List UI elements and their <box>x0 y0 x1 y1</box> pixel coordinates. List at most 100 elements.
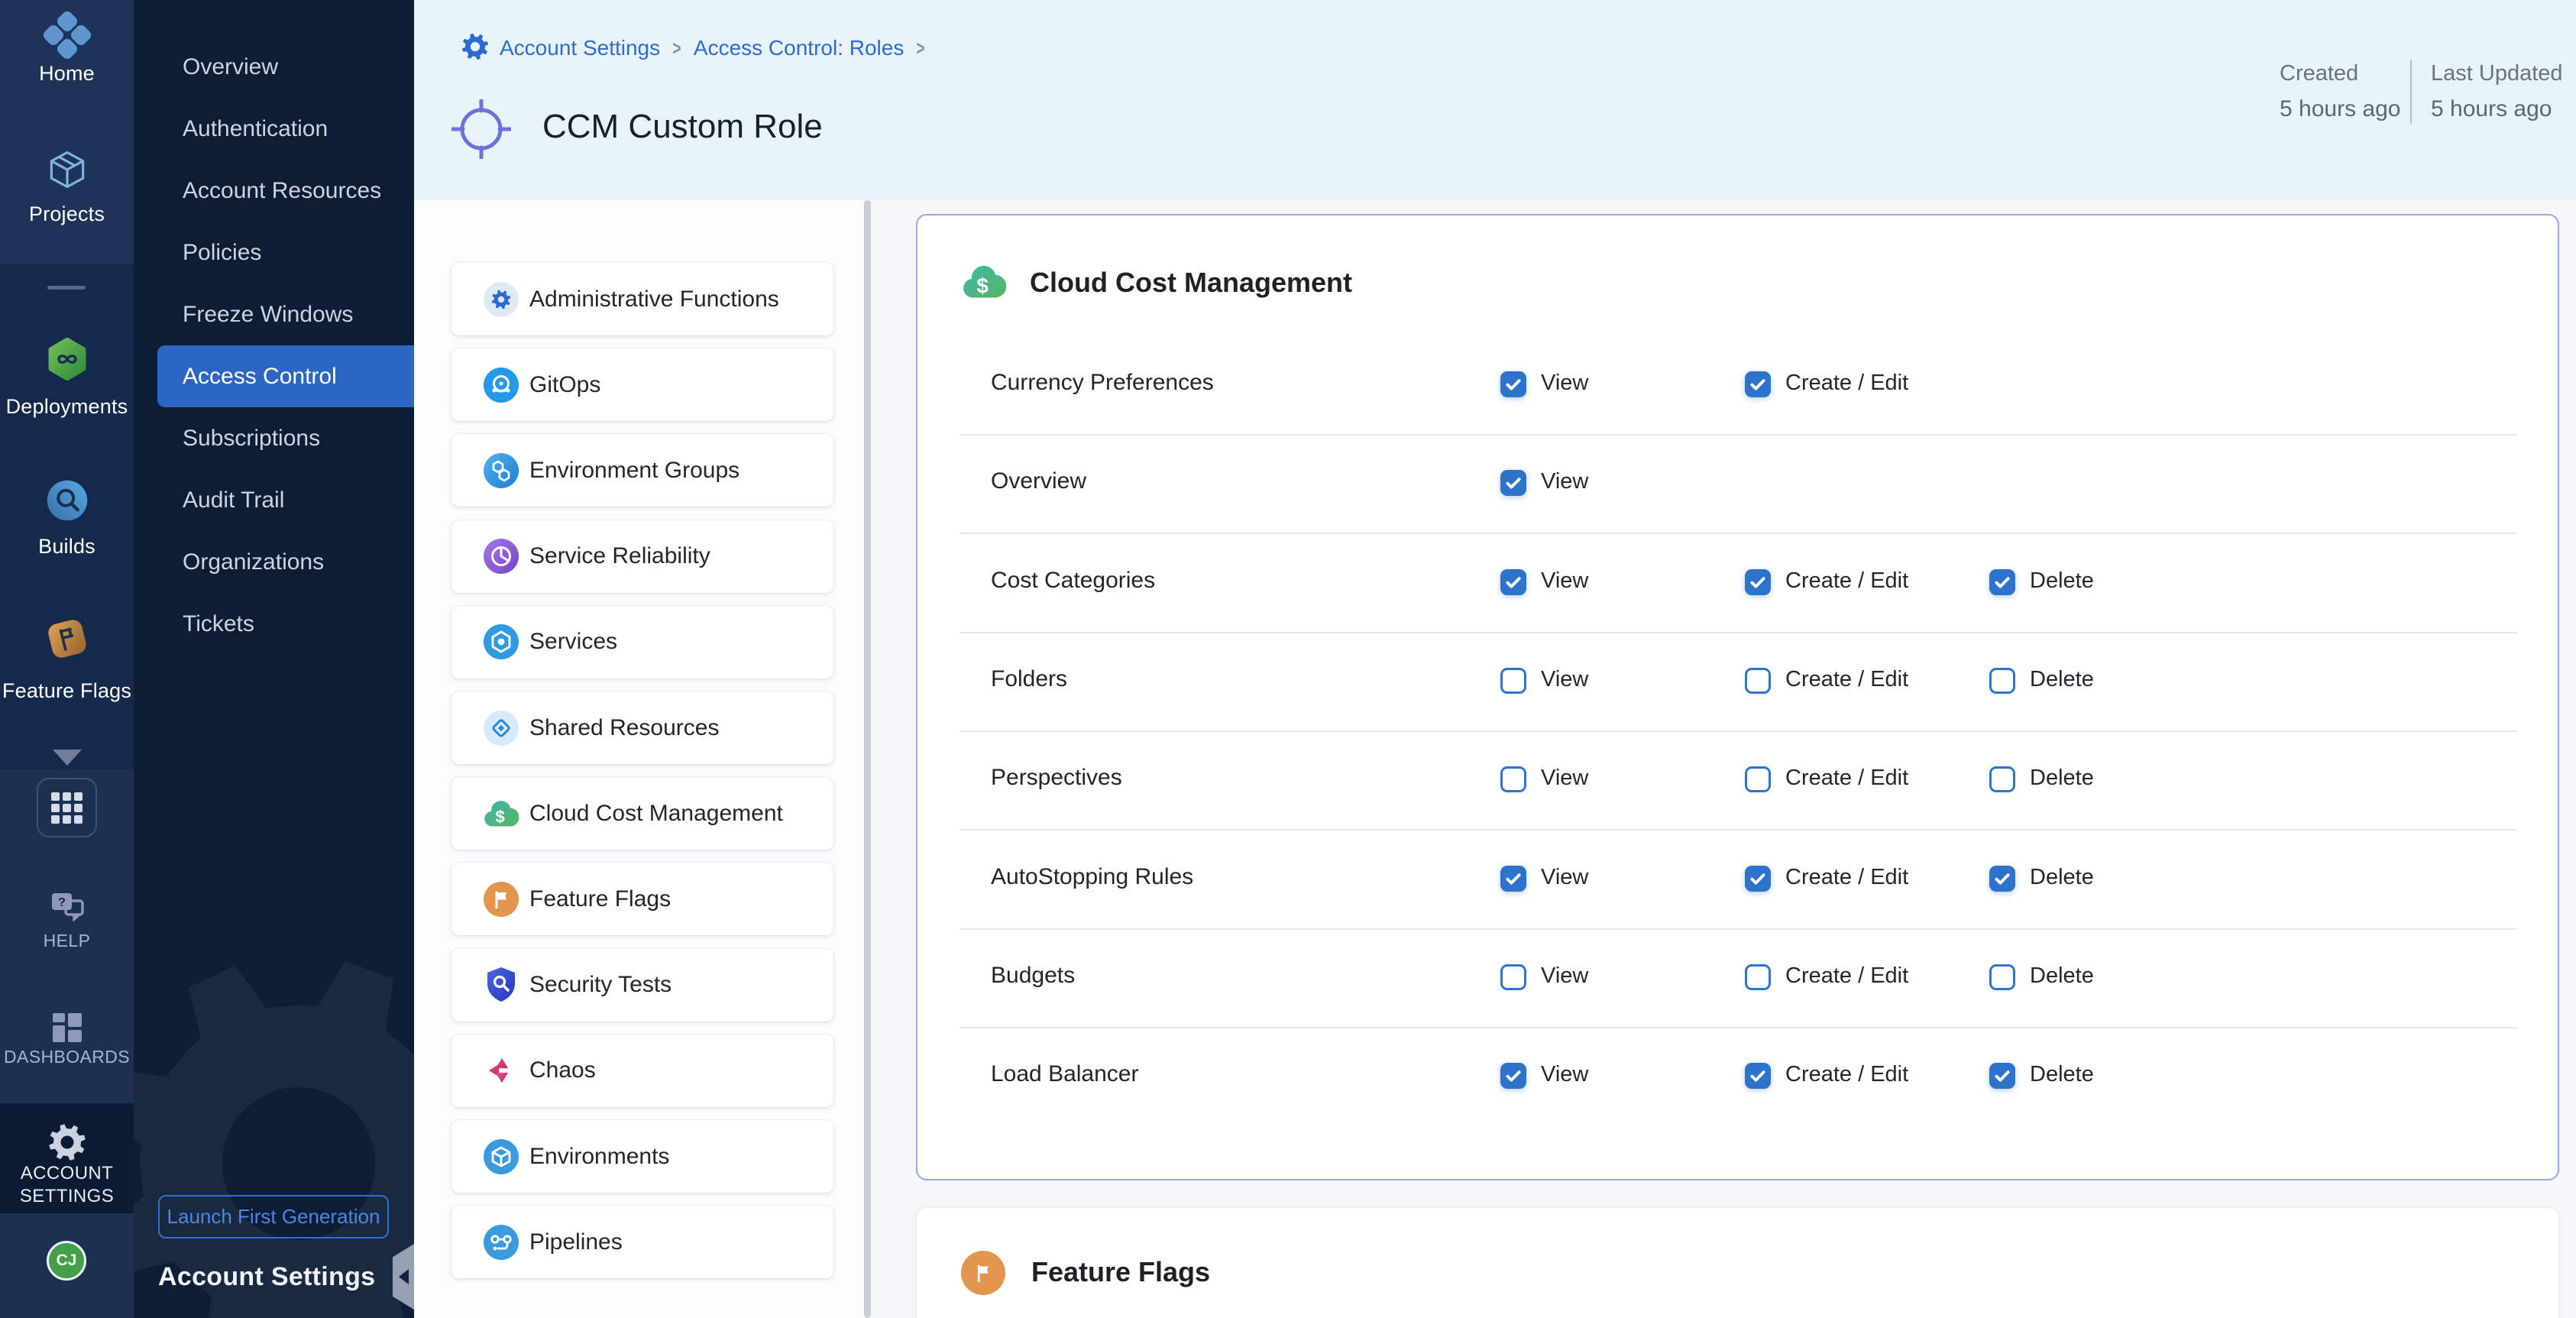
checkbox-label: View <box>1541 963 1588 989</box>
checkbox-currency-preferences-view[interactable] <box>1500 371 1526 397</box>
module-picker-button[interactable] <box>37 778 97 837</box>
breadcrumb-access-control-roles[interactable]: Access Control: Roles <box>694 36 904 60</box>
checkbox-perspectives-create-edit[interactable] <box>1745 766 1771 792</box>
settings-nav-subscriptions[interactable]: Subscriptions <box>134 407 414 469</box>
permission-row-label: Perspectives <box>991 765 1122 791</box>
checkbox-folders-delete[interactable] <box>1989 668 2015 694</box>
cloud-cost-management-icon: $ <box>962 263 1006 305</box>
sidebar-module-label: Projects <box>0 202 134 226</box>
chaos-icon <box>484 1053 519 1088</box>
chevron-down-icon[interactable] <box>53 750 82 766</box>
resource-card-shared-resources[interactable]: Shared Resources <box>451 691 833 764</box>
settings-nav-audit-trail[interactable]: Audit Trail <box>134 469 414 531</box>
checkbox-budgets-delete[interactable] <box>1989 964 2015 990</box>
resource-card-gitops[interactable]: GitOps <box>451 348 833 421</box>
resource-card-label: Feature Flags <box>529 886 671 912</box>
sidebar-module-home[interactable]: Home <box>0 10 134 60</box>
checkbox-autostopping-rules-create-edit[interactable] <box>1745 866 1771 892</box>
projects-cube-icon <box>0 147 134 193</box>
avatar[interactable]: CJ <box>47 1241 86 1281</box>
permission-row-label: Overview <box>991 468 1086 494</box>
feature-flags-panel-title: Feature Flags <box>1031 1256 1210 1288</box>
pipelines-icon <box>484 1225 519 1260</box>
resource-card-label: Environments <box>529 1144 669 1170</box>
gitops-icon <box>484 368 519 403</box>
checkbox-folders-create-edit[interactable] <box>1745 668 1771 694</box>
sidebar-module-deployments[interactable]: Deployments <box>0 337 134 381</box>
permission-row-label: Budgets <box>991 963 1075 989</box>
settings-nav-overview[interactable]: Overview <box>134 36 414 98</box>
settings-nav-access-control[interactable]: Access Control <box>157 345 414 407</box>
checkbox-label: Delete <box>2030 963 2094 989</box>
settings-nav-policies[interactable]: Policies <box>134 222 414 283</box>
row-separator <box>960 632 2517 633</box>
settings-nav-authentication[interactable]: Authentication <box>134 98 414 160</box>
checkbox-overview-view[interactable] <box>1500 470 1526 496</box>
settings-nav-account-resources[interactable]: Account Resources <box>134 160 414 222</box>
resource-card-security-tests[interactable]: Security Tests <box>451 949 833 1022</box>
flag-tile-icon <box>0 616 134 662</box>
checkbox-cost-categories-delete[interactable] <box>1989 569 2015 595</box>
resource-card-pipelines[interactable]: Pipelines <box>451 1206 833 1278</box>
sidebar-module-builds[interactable]: Builds <box>0 478 134 523</box>
settings-nav-organizations[interactable]: Organizations <box>134 531 414 593</box>
breadcrumb-separator: > <box>672 37 681 60</box>
checkbox-perspectives-delete[interactable] <box>1989 766 2015 792</box>
services-hex-icon <box>484 624 519 659</box>
shared-diamond-icon <box>484 711 519 746</box>
resource-card-administrative-functions[interactable]: Administrative Functions <box>451 263 833 335</box>
checkbox-label: Delete <box>2030 1062 2094 1087</box>
environment-groups-icon <box>484 453 519 488</box>
gear-icon <box>0 1123 134 1161</box>
sidebar-utility-label: HELP <box>0 931 134 951</box>
sidebar-module-label: Home <box>0 62 134 86</box>
checkbox-label: Create / Edit <box>1785 963 1908 989</box>
resource-card-service-reliability[interactable]: Service Reliability <box>451 520 833 593</box>
resource-card-label: Environment Groups <box>529 458 739 484</box>
resource-card-chaos[interactable]: Chaos <box>451 1035 833 1107</box>
checkbox-perspectives-view[interactable] <box>1500 766 1526 792</box>
permission-row-label: Folders <box>991 666 1067 692</box>
resource-card-services[interactable]: Services <box>451 606 833 678</box>
ccm-cloud-icon: $ <box>484 796 519 831</box>
sidebar-module-feature-flags[interactable]: Feature Flags <box>0 616 134 662</box>
launch-first-generation-button[interactable]: Launch First Generation <box>158 1195 389 1239</box>
resource-card-environments[interactable]: Environments <box>451 1120 833 1193</box>
resource-card-label: Shared Resources <box>529 715 719 741</box>
checkbox-autostopping-rules-view[interactable] <box>1500 866 1526 892</box>
checkbox-label: View <box>1541 766 1588 791</box>
checkbox-label: Create / Edit <box>1785 371 1908 396</box>
checkbox-cost-categories-create-edit[interactable] <box>1745 569 1771 595</box>
checkbox-currency-preferences-create-edit[interactable] <box>1745 371 1771 397</box>
checkbox-folders-view[interactable] <box>1500 668 1526 694</box>
last-updated-label: Last Updated <box>2431 61 2563 86</box>
checkbox-label: View <box>1541 865 1588 890</box>
checkbox-load-balancer-create-edit[interactable] <box>1745 1063 1771 1089</box>
column-scrollbar[interactable] <box>864 200 871 1318</box>
sidebar-utility-account-settings[interactable]: ACCOUNTSETTINGS <box>0 1123 134 1161</box>
checkbox-budgets-view[interactable] <box>1500 964 1526 990</box>
resource-card-feature-flags[interactable]: Feature Flags <box>451 863 833 935</box>
sidebar-utility-help[interactable]: ?HELP <box>0 890 134 927</box>
checkbox-autostopping-rules-delete[interactable] <box>1989 866 2015 892</box>
resource-card-environment-groups[interactable]: Environment Groups <box>451 434 833 507</box>
settings-nav-freeze-windows[interactable]: Freeze Windows <box>134 283 414 345</box>
harness-logo-icon <box>0 10 134 60</box>
checkbox-cost-categories-view[interactable] <box>1500 569 1526 595</box>
checkbox-label: Create / Edit <box>1785 766 1908 791</box>
page-title: CCM Custom Role <box>542 108 823 146</box>
sidebar-module-projects[interactable]: Projects <box>0 147 134 193</box>
permission-row-label: AutoStopping Rules <box>991 864 1193 890</box>
permission-row-label: Cost Categories <box>991 568 1155 594</box>
app-root: Home Projects Deployments Builds Feature Fla… <box>0 0 2576 1318</box>
last-updated-value: 5 hours ago <box>2431 96 2552 122</box>
checkbox-label: Create / Edit <box>1785 865 1908 890</box>
sidebar-utility-dashboards[interactable]: DASHBOARDS <box>0 1009 134 1046</box>
settings-nav-tickets[interactable]: Tickets <box>134 593 414 655</box>
breadcrumb-account-settings[interactable]: Account Settings <box>500 36 660 60</box>
checkbox-load-balancer-delete[interactable] <box>1989 1063 2015 1089</box>
checkbox-load-balancer-view[interactable] <box>1500 1063 1526 1089</box>
resource-card-cloud-cost-management[interactable]: $Cloud Cost Management <box>451 777 833 850</box>
sidebar-collapse-button[interactable] <box>393 1244 414 1310</box>
checkbox-budgets-create-edit[interactable] <box>1745 964 1771 990</box>
